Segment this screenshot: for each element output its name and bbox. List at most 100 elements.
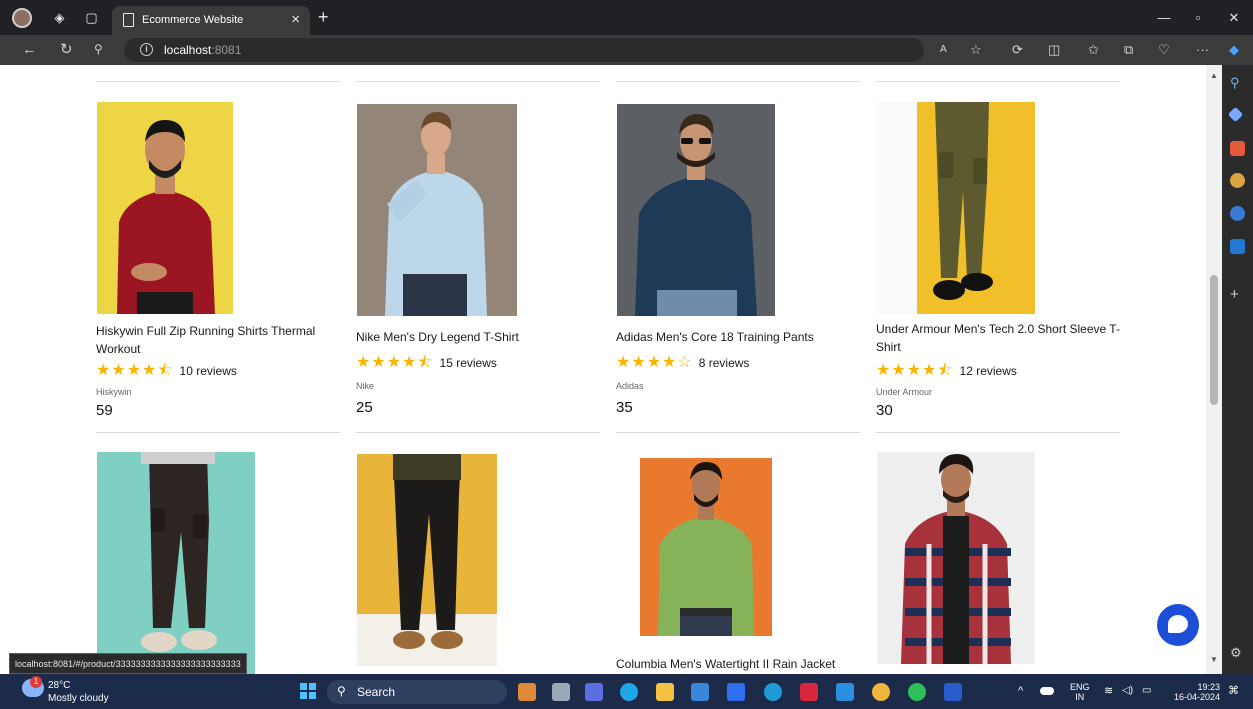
product-title[interactable]: Columbia Men's Watertight II Rain Jacket	[616, 655, 860, 673]
shopping-tag-icon[interactable]	[1227, 106, 1244, 123]
card-divider	[616, 432, 860, 433]
close-window-icon[interactable]: ✕	[1226, 10, 1242, 26]
product-image[interactable]	[640, 458, 772, 636]
chat-app-icon[interactable]	[764, 683, 782, 701]
word-icon[interactable]	[944, 683, 962, 701]
product-image[interactable]	[877, 452, 1035, 664]
task-view-icon[interactable]	[552, 683, 570, 701]
star-icon: ★	[616, 354, 631, 371]
chat-button[interactable]	[1157, 604, 1199, 646]
star-icon: ★	[922, 362, 937, 379]
star-icon: ★	[111, 362, 126, 379]
product-title[interactable]: Nike Men's Dry Legend T-Shirt	[356, 328, 600, 346]
clock[interactable]: 19:23 16-04-2024	[1168, 682, 1220, 702]
whatsapp-icon[interactable]	[908, 683, 926, 701]
search-icon[interactable]: ⚲	[94, 42, 103, 57]
weather-temperature[interactable]: 28°C	[48, 680, 70, 691]
product-title[interactable]: Hiskywin Full Zip Running Shirts Thermal…	[96, 322, 340, 358]
search-label: Search	[357, 685, 396, 699]
wifi-icon[interactable]: ≋	[1104, 686, 1113, 697]
product-image[interactable]	[97, 102, 233, 314]
card-divider	[96, 81, 340, 82]
tab-actions-icon[interactable]: ▢	[84, 10, 99, 25]
star-icon: ★	[631, 354, 646, 371]
sidebar-search-icon[interactable]: ⚲	[1230, 75, 1245, 90]
restore-icon[interactable]: ▫	[1190, 10, 1206, 25]
product-rating: ★ ★ ★ ★ ⯪ 12 reviews	[876, 362, 1017, 380]
product-image[interactable]	[357, 104, 517, 316]
card-divider	[356, 81, 600, 82]
scroll-thumb[interactable]	[1210, 275, 1218, 405]
widgets-app-icon[interactable]	[518, 683, 536, 701]
extensions-icon[interactable]: ⟳	[1012, 42, 1023, 57]
product-rating: ★ ★ ★ ★ ⯪ 15 reviews	[356, 354, 497, 372]
windows-start-icon[interactable]	[300, 683, 316, 699]
product-price: 59	[96, 402, 113, 419]
notifications-icon[interactable]: ⌘	[1228, 686, 1239, 697]
show-hidden-icons[interactable]: ^	[1018, 686, 1023, 697]
read-aloud-icon[interactable]: A	[940, 42, 947, 57]
browser-tab[interactable]: Ecommerce Website ×	[112, 6, 310, 35]
weather-description[interactable]: Mostly cloudy	[48, 693, 109, 704]
url-text[interactable]: localhost:8081	[164, 43, 241, 57]
star-icon: ★	[906, 362, 922, 379]
favorites-icon[interactable]: ✩	[1088, 42, 1099, 57]
chat-bubble-icon	[1168, 615, 1188, 633]
page-scrollbar[interactable]: ▲ ▼	[1206, 65, 1222, 674]
profile-avatar[interactable]	[12, 8, 32, 28]
product-title[interactable]: Under Armour Men's Tech 2.0 Short Sleeve…	[876, 320, 1120, 356]
edge-sidebar: ⚲ + ⚙	[1222, 65, 1253, 674]
file-explorer-icon[interactable]	[656, 683, 674, 701]
product-brand: Hiskywin	[96, 387, 132, 397]
language-indicator[interactable]: ENG IN	[1070, 682, 1090, 702]
favorite-star-icon[interactable]: ☆	[970, 42, 982, 57]
mcafee-icon[interactable]	[800, 683, 818, 701]
back-icon[interactable]: ←	[22, 42, 37, 57]
product-image[interactable]	[97, 452, 255, 674]
edge-icon[interactable]	[620, 683, 638, 701]
browser-essentials-icon[interactable]: ♡	[1158, 42, 1170, 57]
product-price: 25	[356, 399, 373, 416]
scroll-down-icon[interactable]: ▼	[1210, 655, 1218, 664]
mdp-app-icon[interactable]	[727, 683, 745, 701]
weather-badge: 1	[30, 676, 42, 688]
tools-icon[interactable]	[1230, 141, 1245, 156]
sidebar-settings-icon[interactable]: ⚙	[1230, 645, 1245, 660]
address-bar[interactable]: i localhost:8081	[124, 38, 924, 62]
split-screen-icon[interactable]: ◫	[1048, 42, 1060, 57]
volume-icon[interactable]: ◁)	[1122, 686, 1133, 696]
review-count: 12 reviews	[959, 364, 1017, 378]
chrome-icon[interactable]	[872, 683, 890, 701]
product-image[interactable]	[357, 454, 497, 666]
page-viewport: Hiskywin Full Zip Running Shirts Thermal…	[9, 65, 1206, 674]
minimize-icon[interactable]: —	[1156, 10, 1172, 25]
games-icon[interactable]	[1230, 173, 1245, 188]
outlook-icon[interactable]	[1230, 239, 1245, 254]
vscode-icon[interactable]	[836, 683, 854, 701]
refresh-icon[interactable]: ↻	[60, 42, 73, 57]
more-menu-icon[interactable]: ···	[1196, 42, 1209, 57]
new-tab-button[interactable]: +	[318, 8, 329, 26]
half-star-icon: ⯪	[157, 362, 173, 379]
store-icon[interactable]	[691, 683, 709, 701]
copilot-icon[interactable]: ◆	[1229, 42, 1239, 57]
workspaces-icon[interactable]: ◈	[52, 10, 67, 25]
product-title[interactable]: Adidas Men's Core 18 Training Pants	[616, 328, 860, 346]
battery-icon[interactable]: ▭	[1142, 686, 1151, 696]
product-image[interactable]	[617, 104, 775, 316]
teams-icon[interactable]	[585, 683, 603, 701]
onedrive-icon[interactable]	[1040, 687, 1054, 695]
product-image[interactable]	[877, 102, 1035, 314]
site-info-icon[interactable]: i	[140, 43, 153, 56]
product-brand: Under Armour	[876, 387, 933, 397]
scroll-up-icon[interactable]: ▲	[1210, 71, 1218, 80]
product-price: 35	[616, 399, 633, 416]
collections-icon[interactable]: ⧉	[1124, 42, 1133, 57]
add-sidebar-app-icon[interactable]: +	[1230, 287, 1245, 302]
close-tab-icon[interactable]: ×	[291, 11, 300, 28]
card-divider	[616, 81, 860, 82]
card-divider	[876, 81, 1120, 82]
review-count: 15 reviews	[439, 356, 497, 370]
taskbar-search[interactable]: ⚲ Search	[327, 680, 507, 704]
copilot-sidebar-icon[interactable]	[1230, 206, 1245, 221]
